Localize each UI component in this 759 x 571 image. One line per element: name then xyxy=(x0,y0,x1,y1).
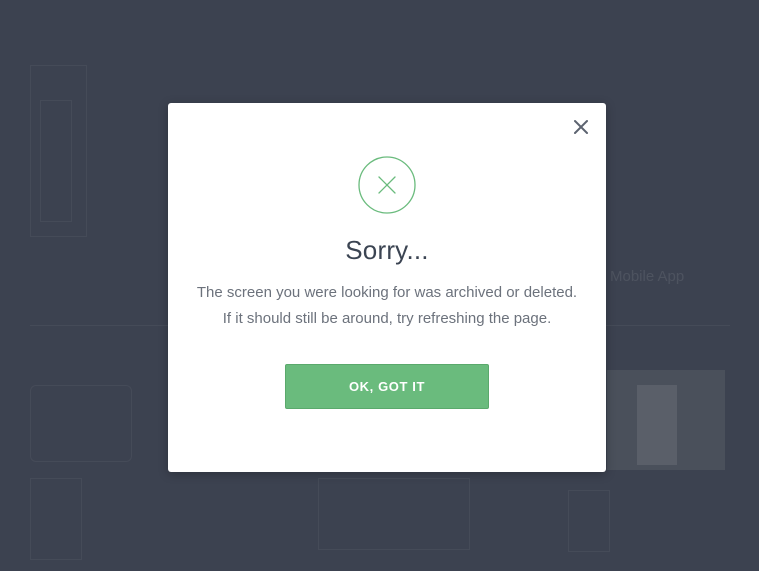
dialog-message-line-1: The screen you were looking for was arch… xyxy=(196,284,578,301)
background-card xyxy=(568,490,610,552)
error-x-icon xyxy=(358,156,416,214)
ok-got-it-button[interactable]: OK, GOT IT xyxy=(285,364,489,409)
dialog-message: The screen you were looking for was arch… xyxy=(168,280,606,332)
background-project-label: Mobile App xyxy=(610,268,685,285)
background-card xyxy=(318,478,470,550)
background-card xyxy=(40,100,72,222)
dialog-title: Sorry... xyxy=(345,235,429,265)
background-card xyxy=(30,385,132,462)
dialog-message-line-2: If it should still be around, try refres… xyxy=(222,310,552,327)
background-thumbnail-figure xyxy=(637,385,677,465)
background-thumbnail xyxy=(607,370,725,470)
page: Mobile App Sorry... The screen you were … xyxy=(0,0,759,571)
close-button[interactable] xyxy=(571,117,591,137)
background-card xyxy=(30,478,82,560)
close-icon xyxy=(574,120,588,134)
error-dialog: Sorry... The screen you were looking for… xyxy=(168,103,606,472)
